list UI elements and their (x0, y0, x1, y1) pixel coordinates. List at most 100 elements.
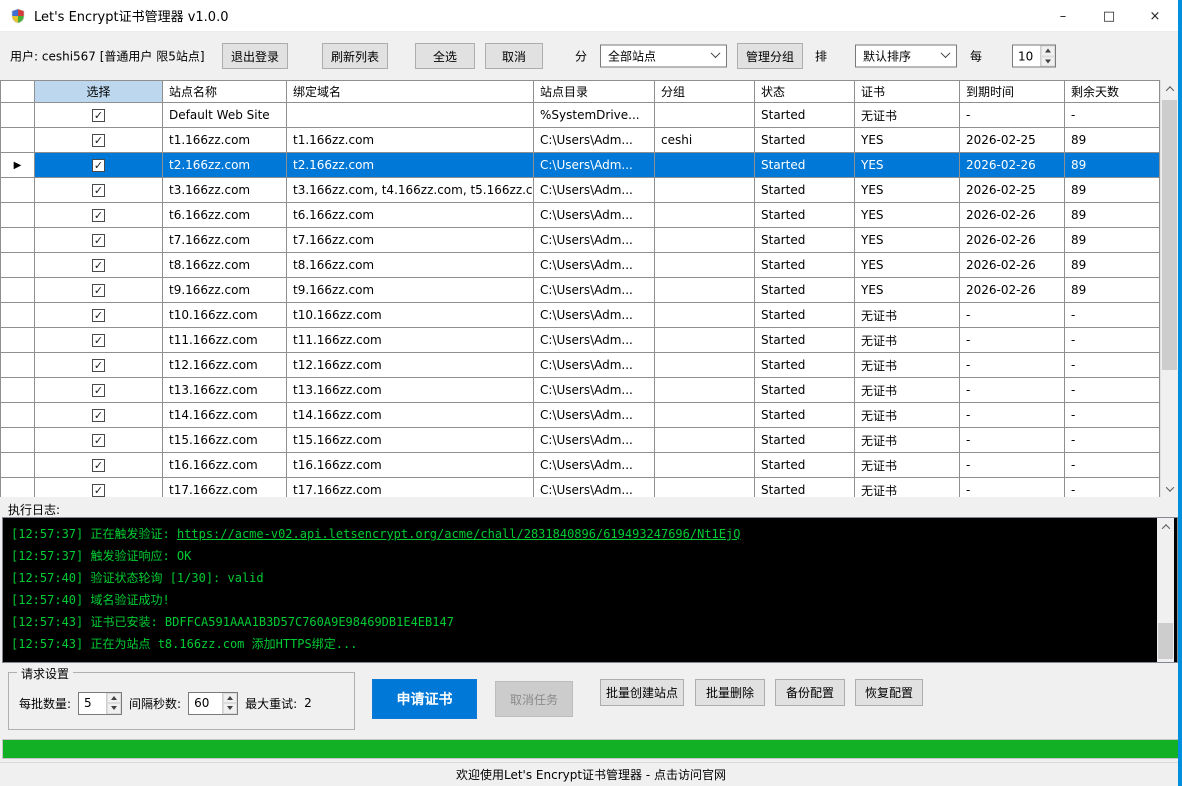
manage-groups-button[interactable]: 管理分组 (737, 43, 803, 69)
batch-create-sites-button[interactable]: 批量创建站点 (600, 679, 684, 706)
column-header[interactable]: 绑定域名 (287, 80, 534, 103)
cell-cert: 无证书 (855, 428, 960, 453)
checkbox-cell[interactable]: ✓ (35, 153, 163, 178)
checkbox-cell[interactable]: ✓ (35, 303, 163, 328)
cell-status: Started (755, 103, 855, 128)
interval-stepper[interactable]: 60 (188, 692, 238, 715)
checkbox-cell[interactable]: ✓ (35, 478, 163, 497)
sort-select[interactable]: 默认排序 (855, 45, 957, 68)
group-filter-select[interactable]: 全部站点 (600, 45, 727, 68)
checkbox-cell[interactable]: ✓ (35, 228, 163, 253)
table-row[interactable]: ✓t8.166zz.comt8.166zz.comC:\Users\Adm...… (0, 253, 1160, 278)
table-row[interactable]: ✓t13.166zz.comt13.166zz.comC:\Users\Adm.… (0, 378, 1160, 403)
checkbox-cell[interactable]: ✓ (35, 403, 163, 428)
table-row[interactable]: ✓t3.166zz.comt3.166zz.com, t4.166zz.com,… (0, 178, 1160, 203)
table-scrollbar-thumb[interactable] (1162, 100, 1177, 370)
checkbox-cell[interactable]: ✓ (35, 103, 163, 128)
checkbox-cell[interactable]: ✓ (35, 453, 163, 478)
checkbox-cell[interactable]: ✓ (35, 203, 163, 228)
column-header[interactable]: 状态 (755, 80, 855, 103)
column-header[interactable]: 分组 (655, 80, 755, 103)
row-checkbox[interactable]: ✓ (92, 184, 105, 197)
table-row[interactable]: ✓t7.166zz.comt7.166zz.comC:\Users\Adm...… (0, 228, 1160, 253)
scroll-up-icon[interactable] (1157, 518, 1174, 535)
table-row[interactable]: ✓t1.166zz.comt1.166zz.comC:\Users\Adm...… (0, 128, 1160, 153)
row-checkbox[interactable]: ✓ (92, 159, 105, 172)
cell-dir: C:\Users\Adm... (534, 428, 655, 453)
cell-days: - (1065, 378, 1160, 403)
checkbox-cell[interactable]: ✓ (35, 178, 163, 203)
table-scrollbar[interactable] (1160, 80, 1178, 497)
log-scrollbar[interactable] (1157, 518, 1174, 662)
checkbox-cell[interactable]: ✓ (35, 328, 163, 353)
column-header[interactable]: 站点名称 (163, 80, 287, 103)
apply-certificate-button[interactable]: 申请证书 (372, 679, 477, 719)
select-all-button[interactable]: 全选 (415, 43, 475, 69)
refresh-list-button[interactable]: 刷新列表 (322, 43, 388, 69)
column-header[interactable]: 站点目录 (534, 80, 655, 103)
log-line: [12:57:37] 触发验证响应: OK (11, 545, 1169, 567)
deselect-button[interactable]: 取消 (485, 43, 543, 69)
table-row[interactable]: ✓t17.166zz.comt17.166zz.comC:\Users\Adm.… (0, 478, 1160, 497)
row-checkbox[interactable]: ✓ (92, 409, 105, 422)
cell-group (655, 278, 755, 303)
stepper-up-icon[interactable] (107, 693, 121, 704)
cell-dir: C:\Users\Adm... (534, 403, 655, 428)
table-row[interactable]: ✓t11.166zz.comt11.166zz.comC:\Users\Adm.… (0, 328, 1160, 353)
checkbox-cell[interactable]: ✓ (35, 128, 163, 153)
row-checkbox[interactable]: ✓ (92, 109, 105, 122)
table-row[interactable]: ✓t14.166zz.comt14.166zz.comC:\Users\Adm.… (0, 403, 1160, 428)
stepper-down-icon[interactable] (107, 703, 121, 714)
maximize-button[interactable]: □ (1086, 0, 1132, 32)
batch-size-stepper[interactable]: 5 (78, 692, 122, 715)
stepper-up-icon[interactable] (1041, 46, 1055, 57)
row-checkbox[interactable]: ✓ (92, 459, 105, 472)
log-link[interactable]: https://acme-v02.api.letsencrypt.org/acm… (177, 527, 741, 541)
row-checkbox[interactable]: ✓ (92, 234, 105, 247)
column-header[interactable]: 证书 (855, 80, 960, 103)
checkbox-cell[interactable]: ✓ (35, 353, 163, 378)
column-header[interactable]: 选择 (35, 80, 163, 103)
checkbox-cell[interactable]: ✓ (35, 428, 163, 453)
row-checkbox[interactable]: ✓ (92, 334, 105, 347)
backup-config-button[interactable]: 备份配置 (775, 679, 845, 706)
stepper-down-icon[interactable] (1041, 56, 1055, 67)
table-row[interactable]: ▶✓t2.166zz.comt2.166zz.comC:\Users\Adm..… (0, 153, 1160, 178)
close-button[interactable]: × (1132, 0, 1178, 32)
table-row[interactable]: ✓t6.166zz.comt6.166zz.comC:\Users\Adm...… (0, 203, 1160, 228)
table-row[interactable]: ✓t9.166zz.comt9.166zz.comC:\Users\Adm...… (0, 278, 1160, 303)
table-row[interactable]: ✓t12.166zz.comt12.166zz.comC:\Users\Adm.… (0, 353, 1160, 378)
minimize-button[interactable]: – (1040, 0, 1086, 32)
checkbox-cell[interactable]: ✓ (35, 253, 163, 278)
table-row[interactable]: ✓Default Web Site%SystemDrive...Started无… (0, 103, 1160, 128)
checkbox-cell[interactable]: ✓ (35, 378, 163, 403)
per-page-stepper[interactable]: 10 (1012, 45, 1056, 68)
stepper-down-icon[interactable] (223, 703, 237, 714)
row-checkbox[interactable]: ✓ (92, 484, 105, 497)
column-header[interactable]: 剩余天数 (1065, 80, 1160, 103)
row-checkbox[interactable]: ✓ (92, 309, 105, 322)
cell-dir: C:\Users\Adm... (534, 253, 655, 278)
stepper-up-icon[interactable] (223, 693, 237, 704)
row-checkbox[interactable]: ✓ (92, 259, 105, 272)
column-header[interactable]: 到期时间 (960, 80, 1065, 103)
cancel-task-button[interactable]: 取消任务 (495, 681, 573, 717)
checkbox-cell[interactable]: ✓ (35, 278, 163, 303)
batch-delete-button[interactable]: 批量删除 (695, 679, 765, 706)
restore-config-button[interactable]: 恢复配置 (855, 679, 923, 706)
row-checkbox[interactable]: ✓ (92, 134, 105, 147)
status-link[interactable]: 欢迎使用Let's Encrypt证书管理器 - 点击访问官网 (456, 766, 726, 783)
row-checkbox[interactable]: ✓ (92, 209, 105, 222)
scroll-down-icon[interactable] (1161, 480, 1178, 497)
logout-button[interactable]: 退出登录 (222, 43, 288, 69)
cell-status: Started (755, 403, 855, 428)
row-checkbox[interactable]: ✓ (92, 434, 105, 447)
table-row[interactable]: ✓t15.166zz.comt15.166zz.comC:\Users\Adm.… (0, 428, 1160, 453)
scroll-up-icon[interactable] (1161, 80, 1178, 97)
row-checkbox[interactable]: ✓ (92, 284, 105, 297)
log-scrollbar-thumb[interactable] (1158, 623, 1173, 659)
table-row[interactable]: ✓t10.166zz.comt10.166zz.comC:\Users\Adm.… (0, 303, 1160, 328)
row-checkbox[interactable]: ✓ (92, 384, 105, 397)
row-checkbox[interactable]: ✓ (92, 359, 105, 372)
table-row[interactable]: ✓t16.166zz.comt16.166zz.comC:\Users\Adm.… (0, 453, 1160, 478)
